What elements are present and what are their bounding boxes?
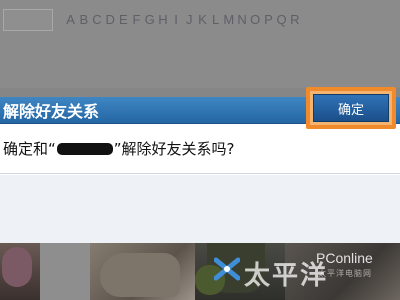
alphabet-letter-c[interactable]: C [90,12,103,27]
alphabet-letter-p[interactable]: P [262,12,275,27]
alphabet-letter-g[interactable]: G [143,12,156,27]
alphabet-letter-a[interactable]: A [64,12,77,27]
alphabet-letter-b[interactable]: B [77,12,90,27]
alphabet-letter-d[interactable]: D [104,12,117,27]
watermark-subtext: 太平洋电脑网 [318,269,372,278]
alphabet-letter-k[interactable]: K [196,12,209,27]
photo-thumbnail [90,243,195,300]
redacted-username [56,142,113,155]
watermark-brand: PConline [316,250,373,266]
alphabet-letter-f[interactable]: F [130,12,143,27]
photo-thumbnail [0,243,40,300]
confirm-highlight: 确定 [306,87,396,129]
dialog-title: 解除好友关系 [3,102,100,121]
confirm-button[interactable]: 确定 [313,94,389,122]
dialog-footer [0,175,400,243]
alphabet-letter-r[interactable]: R [288,12,301,27]
alphabet-letter-e[interactable]: E [117,12,130,27]
search-input[interactable] [3,9,53,31]
message-suffix: ”解除好友关系吗? [113,140,235,158]
dialog-body: 确定和“ ”解除好友关系吗? [0,124,400,174]
alphabet-letter-h[interactable]: H [156,12,169,27]
pconline-logo-icon [214,257,240,281]
alphabet-letter-q[interactable]: Q [275,12,288,27]
alphabet-letter-j[interactable]: J [183,12,196,27]
message-prefix: 确定和“ [3,140,56,158]
confirm-message: 确定和“ ”解除好友关系吗? [3,138,235,159]
alphabet-letter-n[interactable]: N [235,12,248,27]
alphabet-letter-m[interactable]: M [222,12,235,27]
alphabet-index: ABCDEFGHIJKLMNOPQR [64,12,400,27]
dimmed-page-background: ABCDEFGHIJKLMNOPQR [0,0,400,88]
alphabet-letter-i[interactable]: I [170,12,183,27]
alphabet-letter-l[interactable]: L [209,12,222,27]
alphabet-letter-o[interactable]: O [249,12,262,27]
photo-thumbnail [40,243,90,300]
